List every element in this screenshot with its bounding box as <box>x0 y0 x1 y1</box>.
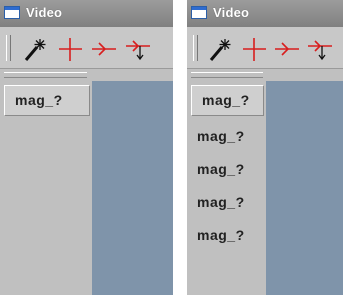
list-item[interactable]: mag_? <box>187 186 266 219</box>
arrow-join-icon[interactable] <box>273 35 301 63</box>
window-right: Video mag_? mag_? mag_? mag_? mag_? <box>187 0 343 295</box>
window-title: Video <box>213 5 250 20</box>
arrow-branch-icon[interactable] <box>306 35 334 63</box>
list-item[interactable]: mag_? <box>191 85 264 116</box>
crosshair-icon[interactable] <box>240 35 268 63</box>
item-list: mag_? mag_? mag_? mag_? mag_? <box>187 81 266 252</box>
arrow-join-icon[interactable] <box>90 35 118 63</box>
list-header <box>191 72 263 78</box>
item-list: mag_? <box>0 81 92 120</box>
magic-wand-icon[interactable] <box>22 35 50 63</box>
arrow-branch-icon[interactable] <box>124 35 152 63</box>
list-header <box>4 72 87 78</box>
list-item[interactable]: mag_? <box>187 219 266 252</box>
toolbar <box>0 27 173 69</box>
title-bar[interactable]: Video <box>187 0 343 27</box>
magic-wand-icon[interactable] <box>207 35 235 63</box>
toolbar-grip[interactable] <box>6 35 11 61</box>
video-view-area[interactable] <box>266 81 343 295</box>
crosshair-icon[interactable] <box>56 35 84 63</box>
toolbar-grip[interactable] <box>193 35 198 61</box>
video-view-area[interactable] <box>92 81 173 295</box>
window-icon <box>4 6 20 19</box>
window-left: Video mag_? <box>0 0 173 295</box>
list-item[interactable]: mag_? <box>187 153 266 186</box>
toolbar <box>187 27 343 69</box>
window-title: Video <box>26 5 63 20</box>
list-item[interactable]: mag_? <box>187 120 266 153</box>
list-item[interactable]: mag_? <box>4 85 90 116</box>
title-bar[interactable]: Video <box>0 0 173 27</box>
window-icon <box>191 6 207 19</box>
